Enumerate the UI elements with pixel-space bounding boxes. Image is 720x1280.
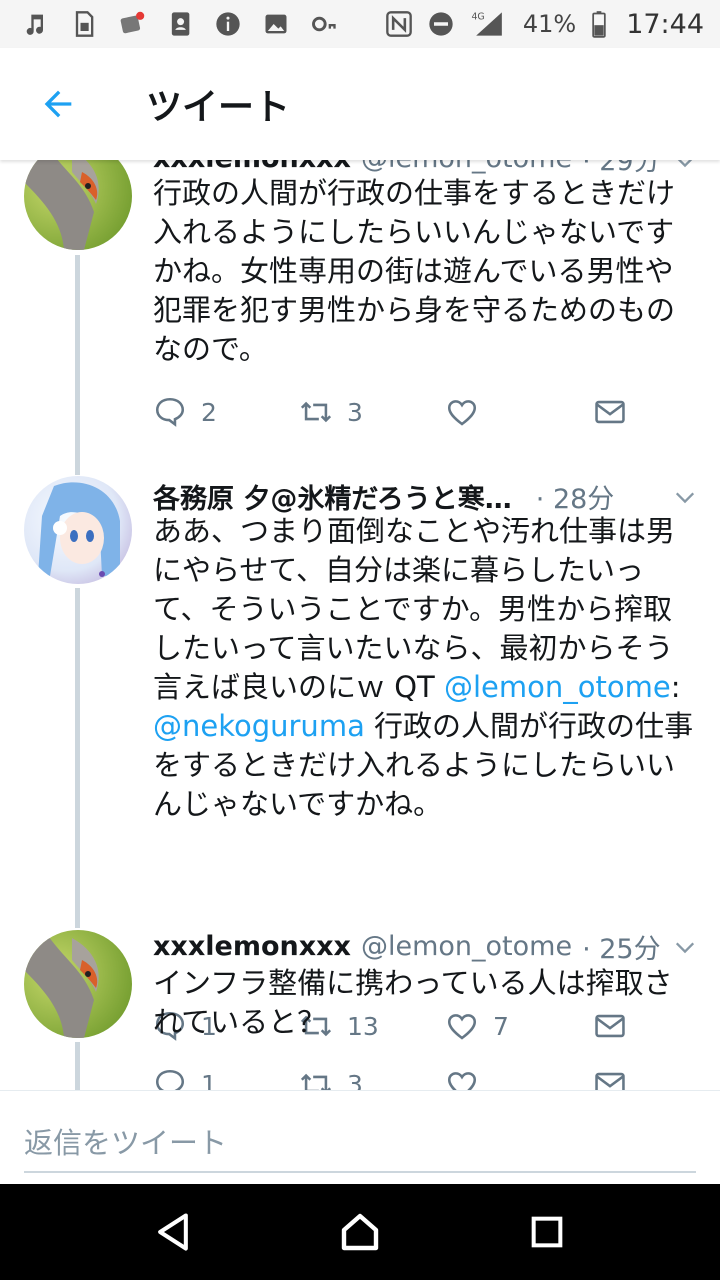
reply-icon xyxy=(155,397,185,427)
tweet-text-line: て、そういうことですか。男性から搾取 xyxy=(153,592,673,626)
author-handle[interactable]: @lemon_otome xyxy=(361,931,572,962)
info-icon xyxy=(214,10,242,38)
retweet-icon xyxy=(300,1073,332,1090)
tweet-text-line: @nekoguruma 行政の人間が行政の仕事 xyxy=(153,707,701,746)
thread-connector xyxy=(75,588,80,928)
dm-button[interactable] xyxy=(593,1064,627,1090)
tweet-text-line: をするときだけ入れるようにしたらいい xyxy=(153,748,676,782)
status-bar: 4G 41% 17:44 xyxy=(0,0,720,48)
reply-icon xyxy=(155,1069,185,1090)
nav-home-icon xyxy=(341,1213,379,1251)
tweet-time: · 25分 xyxy=(582,933,661,965)
dm-button[interactable] xyxy=(593,392,627,432)
page-title: ツイート xyxy=(146,87,291,128)
like-icon xyxy=(447,1072,477,1090)
system-nav-bar xyxy=(0,1184,720,1280)
tweet-text-line: んじゃないですかね。 xyxy=(153,787,443,821)
tweet-text-line: したいって言いたいなら、最初からそう xyxy=(153,631,674,665)
contacts-icon xyxy=(166,10,194,38)
reply-button[interactable]: 1 xyxy=(153,1064,217,1090)
tweet-text: インフラ整備に携わっている人は搾取さ れていると？ xyxy=(153,964,701,1042)
tweet-time: · 28分 xyxy=(535,483,615,515)
key-icon xyxy=(310,10,338,38)
tweet-header: 各務原 夕@氷精だろうと寒… · 28分 xyxy=(153,476,700,516)
tweet-text-line: なので。 xyxy=(153,332,268,366)
image-icon xyxy=(262,10,290,38)
thread-connector xyxy=(75,255,80,475)
tweet-actions: 1 3 xyxy=(153,1064,633,1090)
back-button[interactable] xyxy=(28,74,88,134)
tweet-actions: 2 3 xyxy=(153,392,633,432)
reply-count: 2 xyxy=(201,397,217,427)
battery-percent: 41% xyxy=(522,10,577,38)
reply-input[interactable] xyxy=(24,1115,696,1173)
nav-back-icon xyxy=(158,1213,189,1251)
nav-home-button[interactable] xyxy=(320,1192,400,1272)
tweet-header: xxxlemonxxx @lemon_otome · 25分 xyxy=(153,926,700,966)
app-screen: 4G 41% 17:44 ツイート · 29分 行政の人間が行政の仕事をするとき… xyxy=(0,0,720,1280)
dnd-icon xyxy=(427,10,455,38)
tweet-text-line: れていると？ xyxy=(153,1005,327,1039)
svg-text:4G: 4G xyxy=(471,11,484,22)
nfc-icon xyxy=(385,10,413,38)
like-button[interactable] xyxy=(445,1064,493,1090)
caret-down-icon[interactable] xyxy=(674,936,696,958)
retweet-icon xyxy=(300,401,332,423)
tweet-text: 行政の人間が行政の仕事をするときだけ 入れるようにしたらいいんじゃないです かね… xyxy=(153,174,701,369)
tweet-text-line: 行政の人間が行政の仕事をするときだけ xyxy=(153,176,676,210)
mention-link[interactable]: @lemon_otome xyxy=(444,670,671,704)
tweet-text-line: インフラ整備に携わっている人は搾取さ xyxy=(153,966,673,1000)
avatar[interactable] xyxy=(24,930,132,1038)
signal-icon: 4G xyxy=(469,10,509,38)
sim-icon xyxy=(70,10,98,38)
tweet-text-line: かね。女性専用の街は遊んでいる男性や xyxy=(153,254,674,288)
like-button[interactable] xyxy=(445,392,493,432)
nav-recents-button[interactable] xyxy=(507,1192,587,1272)
retweet-count: 3 xyxy=(347,1069,363,1091)
tweet-text-line: 言えば良いのにｗ QT @lemon_otome: xyxy=(153,668,701,707)
author-name[interactable]: xxxlemonxxx xyxy=(153,160,351,174)
reply-count: 1 xyxy=(201,1069,217,1091)
tweet-thread[interactable]: xxxlemonxxx @lemon_otome · 29分 行政の人間が行政の… xyxy=(0,160,720,1090)
retweet-button[interactable]: 3 xyxy=(299,1064,363,1090)
dm-icon xyxy=(595,400,625,424)
tweet-text-line: にやらせて、自分は楽に暮らしたいっ xyxy=(153,553,644,587)
tweet-text-fragment: 言えば良いのにｗ QT xyxy=(153,670,444,704)
tweet-text-line: ああ、つまり面倒なことや汚れ仕事は男 xyxy=(153,514,676,548)
music-icon xyxy=(22,10,50,38)
author-name[interactable]: 各務原 夕@氷精だろうと寒… xyxy=(153,477,512,516)
battery-icon xyxy=(590,10,608,38)
reply-button[interactable]: 2 xyxy=(153,392,217,432)
retweet-count: 3 xyxy=(347,397,363,427)
dm-icon xyxy=(595,1072,625,1090)
retweet-button[interactable]: 3 xyxy=(299,392,363,432)
app-header: ツイート xyxy=(0,48,720,160)
tweet-text-fragment: : xyxy=(670,670,681,704)
avatar[interactable] xyxy=(24,160,132,250)
nav-back-button[interactable] xyxy=(133,1192,213,1272)
mention-link[interactable]: @nekoguruma xyxy=(153,709,365,743)
caret-down-icon[interactable] xyxy=(674,486,696,508)
author-handle[interactable]: @lemon_otome xyxy=(361,160,572,174)
tweet-text-line: 犯罪を犯す男性から身を守るためのもの xyxy=(153,293,676,327)
avatar[interactable] xyxy=(24,476,132,584)
tweet-text-line: 入れるようにしたらいいんじゃないです xyxy=(153,215,675,249)
thread-connector xyxy=(75,1042,80,1090)
author-name[interactable]: xxxlemonxxx xyxy=(153,931,351,962)
back-arrow-icon xyxy=(44,90,72,118)
notification-icon xyxy=(118,10,146,38)
tweet-text: ああ、つまり面倒なことや汚れ仕事は男 にやらせて、自分は楽に暮らしたいっ て、そ… xyxy=(153,512,701,824)
caret-down-icon[interactable] xyxy=(674,160,696,172)
like-icon xyxy=(447,400,477,426)
tweet-text-fragment: 行政の人間が行政の仕事 xyxy=(364,709,694,743)
reply-bar xyxy=(0,1090,720,1184)
clock: 17:44 xyxy=(626,8,704,40)
nav-recents-icon xyxy=(531,1216,562,1248)
